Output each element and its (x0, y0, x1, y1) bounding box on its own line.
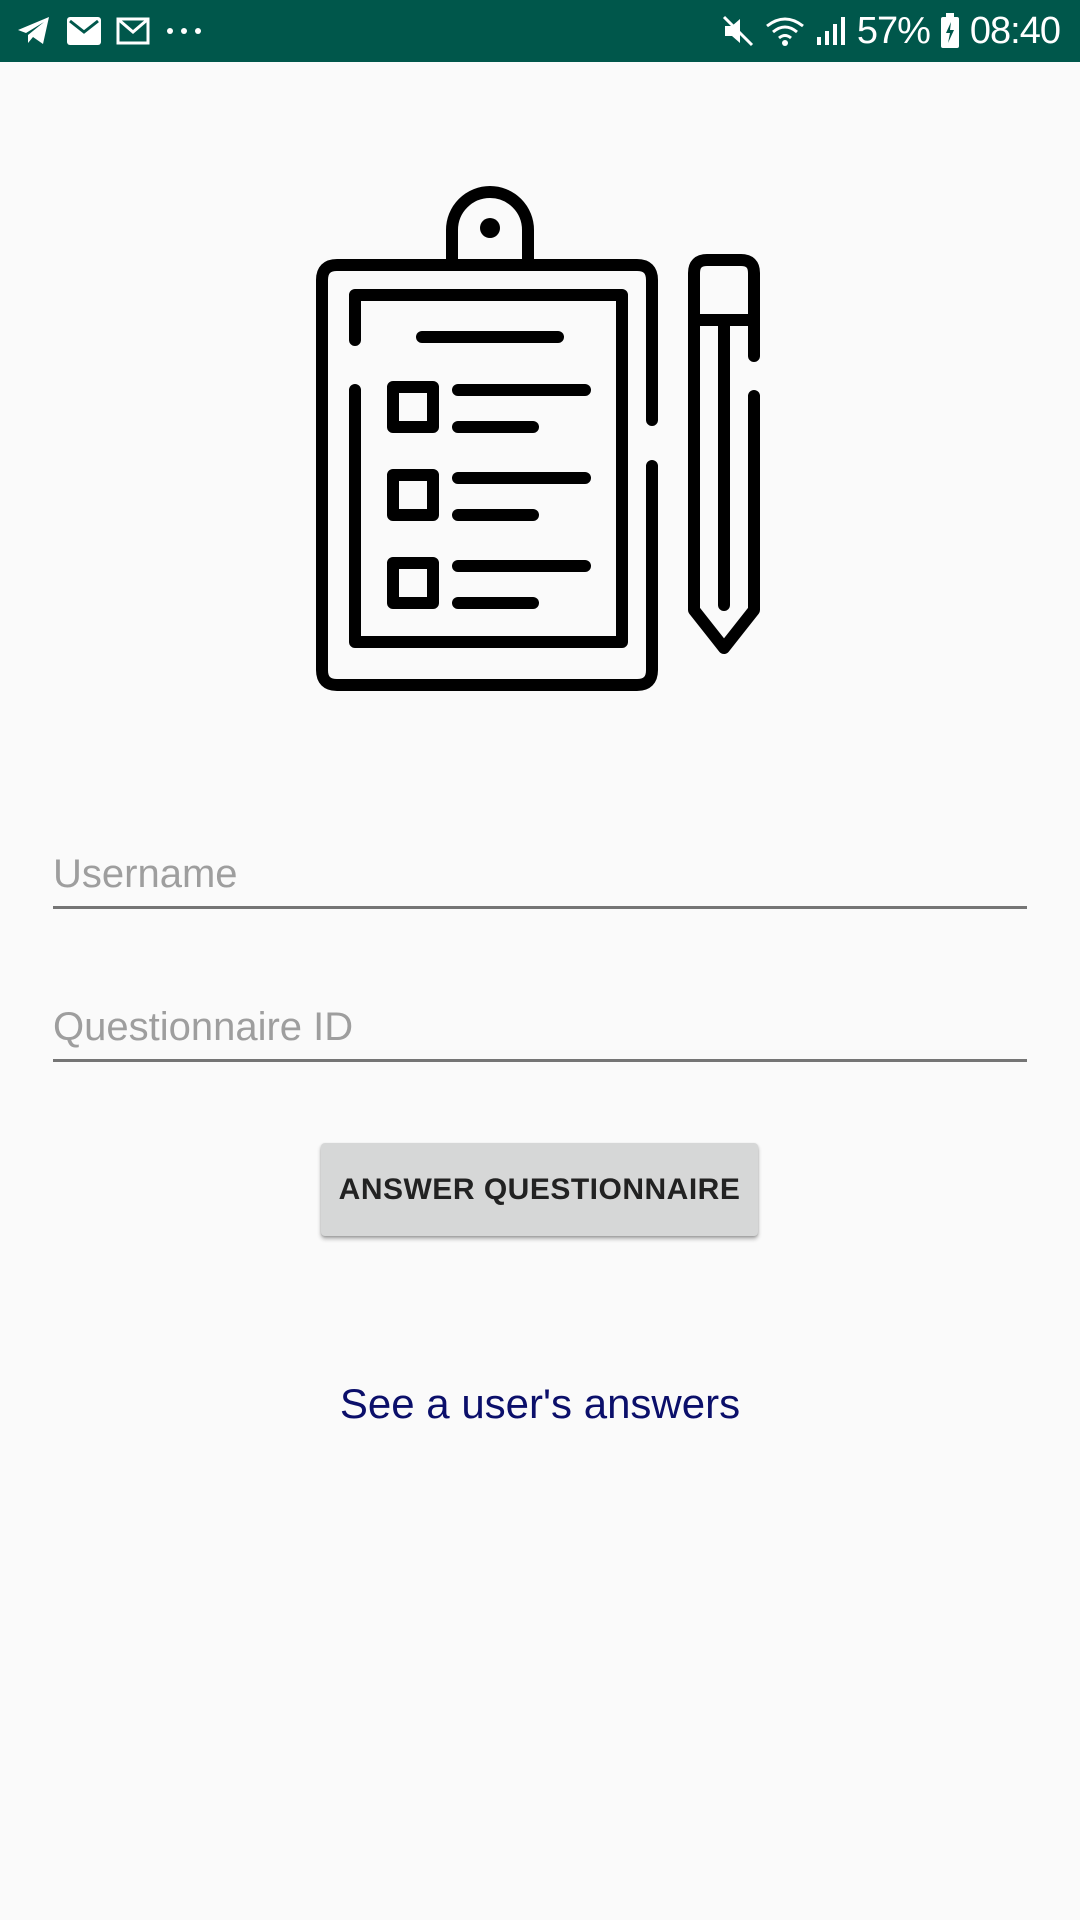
username-input[interactable] (53, 843, 1027, 909)
notification-icons (16, 0, 204, 62)
email-icon (66, 16, 102, 46)
telegram-icon (16, 15, 52, 47)
mute-icon (721, 14, 755, 48)
main-screen: 57% 08:40 Username Questionnaire ID ANSW… (0, 0, 1080, 1920)
questionnaire-id-input[interactable] (53, 996, 1027, 1062)
wifi-icon (765, 14, 805, 48)
username-field-container (53, 843, 1027, 913)
answer-questionnaire-button[interactable]: ANSWER QUESTIONNAIRE (321, 1143, 758, 1236)
battery-percent: 57% (856, 9, 931, 52)
signal-icon (815, 15, 847, 47)
clock: 08:40 (969, 9, 1061, 52)
questionnaire-id-field-container (53, 996, 1027, 1066)
see-user-answers-link[interactable]: See a user's answers (0, 1380, 1080, 1428)
more-notifications-icon (164, 26, 204, 36)
gmail-icon (116, 17, 150, 45)
system-status: 57% 08:40 (721, 0, 1061, 62)
battery-icon (940, 13, 960, 49)
status-bar: 57% 08:40 (0, 0, 1080, 62)
clipboard-checklist-pencil-icon (316, 186, 760, 691)
